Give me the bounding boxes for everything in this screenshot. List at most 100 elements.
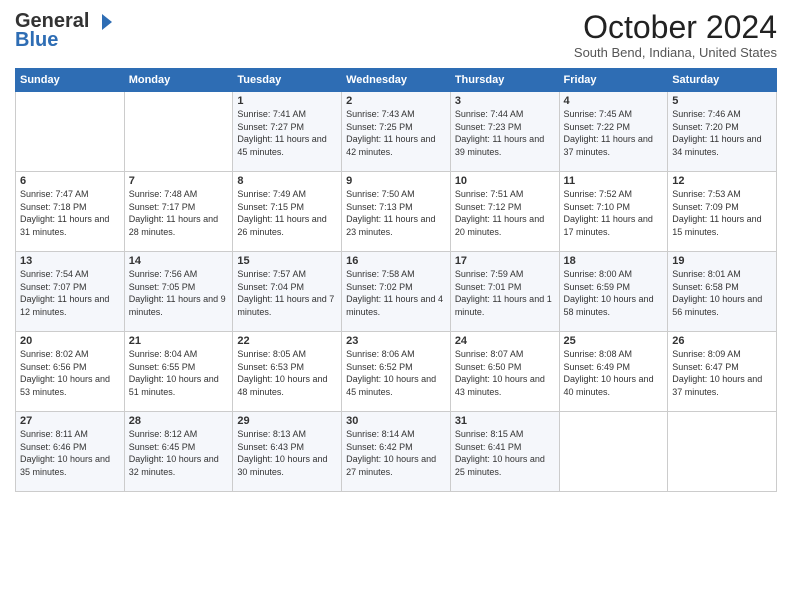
cell-4-3: 22Sunrise: 8:05 AM Sunset: 6:53 PM Dayli… bbox=[233, 332, 342, 412]
cell-info: Sunrise: 8:15 AM Sunset: 6:41 PM Dayligh… bbox=[455, 428, 555, 478]
cell-info: Sunrise: 7:44 AM Sunset: 7:23 PM Dayligh… bbox=[455, 108, 555, 158]
cell-info: Sunrise: 7:50 AM Sunset: 7:13 PM Dayligh… bbox=[346, 188, 446, 238]
page: General Blue October 2024 South Bend, In… bbox=[0, 0, 792, 612]
cell-2-5: 10Sunrise: 7:51 AM Sunset: 7:12 PM Dayli… bbox=[450, 172, 559, 252]
title-block: October 2024 South Bend, Indiana, United… bbox=[574, 10, 777, 60]
day-number: 31 bbox=[455, 415, 555, 427]
day-number: 15 bbox=[237, 255, 337, 267]
cell-3-6: 18Sunrise: 8:00 AM Sunset: 6:59 PM Dayli… bbox=[559, 252, 668, 332]
header-row: SundayMondayTuesdayWednesdayThursdayFrid… bbox=[16, 69, 777, 92]
day-number: 28 bbox=[129, 415, 229, 427]
day-number: 18 bbox=[564, 255, 664, 267]
cell-info: Sunrise: 7:43 AM Sunset: 7:25 PM Dayligh… bbox=[346, 108, 446, 158]
cell-info: Sunrise: 7:58 AM Sunset: 7:02 PM Dayligh… bbox=[346, 268, 446, 318]
week-row-1: 1Sunrise: 7:41 AM Sunset: 7:27 PM Daylig… bbox=[16, 92, 777, 172]
cell-4-4: 23Sunrise: 8:06 AM Sunset: 6:52 PM Dayli… bbox=[342, 332, 451, 412]
cell-info: Sunrise: 7:41 AM Sunset: 7:27 PM Dayligh… bbox=[237, 108, 337, 158]
cell-info: Sunrise: 8:14 AM Sunset: 6:42 PM Dayligh… bbox=[346, 428, 446, 478]
cell-3-5: 17Sunrise: 7:59 AM Sunset: 7:01 PM Dayli… bbox=[450, 252, 559, 332]
month-title: October 2024 bbox=[574, 10, 777, 45]
day-number: 29 bbox=[237, 415, 337, 427]
cell-4-6: 25Sunrise: 8:08 AM Sunset: 6:49 PM Dayli… bbox=[559, 332, 668, 412]
col-header-thursday: Thursday bbox=[450, 69, 559, 92]
cell-info: Sunrise: 8:08 AM Sunset: 6:49 PM Dayligh… bbox=[564, 348, 664, 398]
cell-info: Sunrise: 8:04 AM Sunset: 6:55 PM Dayligh… bbox=[129, 348, 229, 398]
cell-info: Sunrise: 8:00 AM Sunset: 6:59 PM Dayligh… bbox=[564, 268, 664, 318]
cell-4-5: 24Sunrise: 8:07 AM Sunset: 6:50 PM Dayli… bbox=[450, 332, 559, 412]
day-number: 26 bbox=[672, 335, 772, 347]
cell-1-1 bbox=[16, 92, 125, 172]
cell-1-7: 5Sunrise: 7:46 AM Sunset: 7:20 PM Daylig… bbox=[668, 92, 777, 172]
cell-info: Sunrise: 7:46 AM Sunset: 7:20 PM Dayligh… bbox=[672, 108, 772, 158]
day-number: 13 bbox=[20, 255, 120, 267]
cell-1-3: 1Sunrise: 7:41 AM Sunset: 7:27 PM Daylig… bbox=[233, 92, 342, 172]
week-row-4: 20Sunrise: 8:02 AM Sunset: 6:56 PM Dayli… bbox=[16, 332, 777, 412]
col-header-monday: Monday bbox=[124, 69, 233, 92]
cell-4-1: 20Sunrise: 8:02 AM Sunset: 6:56 PM Dayli… bbox=[16, 332, 125, 412]
day-number: 3 bbox=[455, 95, 555, 107]
col-header-friday: Friday bbox=[559, 69, 668, 92]
cell-2-7: 12Sunrise: 7:53 AM Sunset: 7:09 PM Dayli… bbox=[668, 172, 777, 252]
cell-2-4: 9Sunrise: 7:50 AM Sunset: 7:13 PM Daylig… bbox=[342, 172, 451, 252]
col-header-sunday: Sunday bbox=[16, 69, 125, 92]
day-number: 20 bbox=[20, 335, 120, 347]
day-number: 9 bbox=[346, 175, 446, 187]
cell-info: Sunrise: 7:54 AM Sunset: 7:07 PM Dayligh… bbox=[20, 268, 120, 318]
day-number: 17 bbox=[455, 255, 555, 267]
col-header-wednesday: Wednesday bbox=[342, 69, 451, 92]
day-number: 10 bbox=[455, 175, 555, 187]
day-number: 5 bbox=[672, 95, 772, 107]
calendar-table: SundayMondayTuesdayWednesdayThursdayFrid… bbox=[15, 68, 777, 492]
cell-5-4: 30Sunrise: 8:14 AM Sunset: 6:42 PM Dayli… bbox=[342, 412, 451, 492]
day-number: 24 bbox=[455, 335, 555, 347]
day-number: 8 bbox=[237, 175, 337, 187]
cell-info: Sunrise: 7:52 AM Sunset: 7:10 PM Dayligh… bbox=[564, 188, 664, 238]
day-number: 22 bbox=[237, 335, 337, 347]
day-number: 23 bbox=[346, 335, 446, 347]
cell-5-5: 31Sunrise: 8:15 AM Sunset: 6:41 PM Dayli… bbox=[450, 412, 559, 492]
cell-5-6 bbox=[559, 412, 668, 492]
day-number: 14 bbox=[129, 255, 229, 267]
cell-info: Sunrise: 8:12 AM Sunset: 6:45 PM Dayligh… bbox=[129, 428, 229, 478]
cell-5-3: 29Sunrise: 8:13 AM Sunset: 6:43 PM Dayli… bbox=[233, 412, 342, 492]
week-row-5: 27Sunrise: 8:11 AM Sunset: 6:46 PM Dayli… bbox=[16, 412, 777, 492]
cell-info: Sunrise: 7:48 AM Sunset: 7:17 PM Dayligh… bbox=[129, 188, 229, 238]
day-number: 1 bbox=[237, 95, 337, 107]
cell-info: Sunrise: 7:47 AM Sunset: 7:18 PM Dayligh… bbox=[20, 188, 120, 238]
cell-1-2 bbox=[124, 92, 233, 172]
day-number: 30 bbox=[346, 415, 446, 427]
cell-info: Sunrise: 8:07 AM Sunset: 6:50 PM Dayligh… bbox=[455, 348, 555, 398]
day-number: 12 bbox=[672, 175, 772, 187]
day-number: 11 bbox=[564, 175, 664, 187]
cell-2-2: 7Sunrise: 7:48 AM Sunset: 7:17 PM Daylig… bbox=[124, 172, 233, 252]
day-number: 27 bbox=[20, 415, 120, 427]
cell-5-2: 28Sunrise: 8:12 AM Sunset: 6:45 PM Dayli… bbox=[124, 412, 233, 492]
cell-info: Sunrise: 8:09 AM Sunset: 6:47 PM Dayligh… bbox=[672, 348, 772, 398]
cell-info: Sunrise: 7:57 AM Sunset: 7:04 PM Dayligh… bbox=[237, 268, 337, 318]
cell-info: Sunrise: 8:06 AM Sunset: 6:52 PM Dayligh… bbox=[346, 348, 446, 398]
day-number: 16 bbox=[346, 255, 446, 267]
cell-info: Sunrise: 7:56 AM Sunset: 7:05 PM Dayligh… bbox=[129, 268, 229, 318]
cell-info: Sunrise: 7:51 AM Sunset: 7:12 PM Dayligh… bbox=[455, 188, 555, 238]
day-number: 21 bbox=[129, 335, 229, 347]
cell-info: Sunrise: 7:53 AM Sunset: 7:09 PM Dayligh… bbox=[672, 188, 772, 238]
cell-4-7: 26Sunrise: 8:09 AM Sunset: 6:47 PM Dayli… bbox=[668, 332, 777, 412]
week-row-3: 13Sunrise: 7:54 AM Sunset: 7:07 PM Dayli… bbox=[16, 252, 777, 332]
col-header-saturday: Saturday bbox=[668, 69, 777, 92]
day-number: 19 bbox=[672, 255, 772, 267]
week-row-2: 6Sunrise: 7:47 AM Sunset: 7:18 PM Daylig… bbox=[16, 172, 777, 252]
cell-3-7: 19Sunrise: 8:01 AM Sunset: 6:58 PM Dayli… bbox=[668, 252, 777, 332]
logo-icon bbox=[91, 11, 113, 33]
cell-1-6: 4Sunrise: 7:45 AM Sunset: 7:22 PM Daylig… bbox=[559, 92, 668, 172]
cell-info: Sunrise: 8:01 AM Sunset: 6:58 PM Dayligh… bbox=[672, 268, 772, 318]
cell-3-2: 14Sunrise: 7:56 AM Sunset: 7:05 PM Dayli… bbox=[124, 252, 233, 332]
day-number: 4 bbox=[564, 95, 664, 107]
header: General Blue October 2024 South Bend, In… bbox=[15, 10, 777, 60]
col-header-tuesday: Tuesday bbox=[233, 69, 342, 92]
cell-5-7 bbox=[668, 412, 777, 492]
cell-info: Sunrise: 7:59 AM Sunset: 7:01 PM Dayligh… bbox=[455, 268, 555, 318]
cell-5-1: 27Sunrise: 8:11 AM Sunset: 6:46 PM Dayli… bbox=[16, 412, 125, 492]
day-number: 25 bbox=[564, 335, 664, 347]
cell-3-3: 15Sunrise: 7:57 AM Sunset: 7:04 PM Dayli… bbox=[233, 252, 342, 332]
cell-1-5: 3Sunrise: 7:44 AM Sunset: 7:23 PM Daylig… bbox=[450, 92, 559, 172]
